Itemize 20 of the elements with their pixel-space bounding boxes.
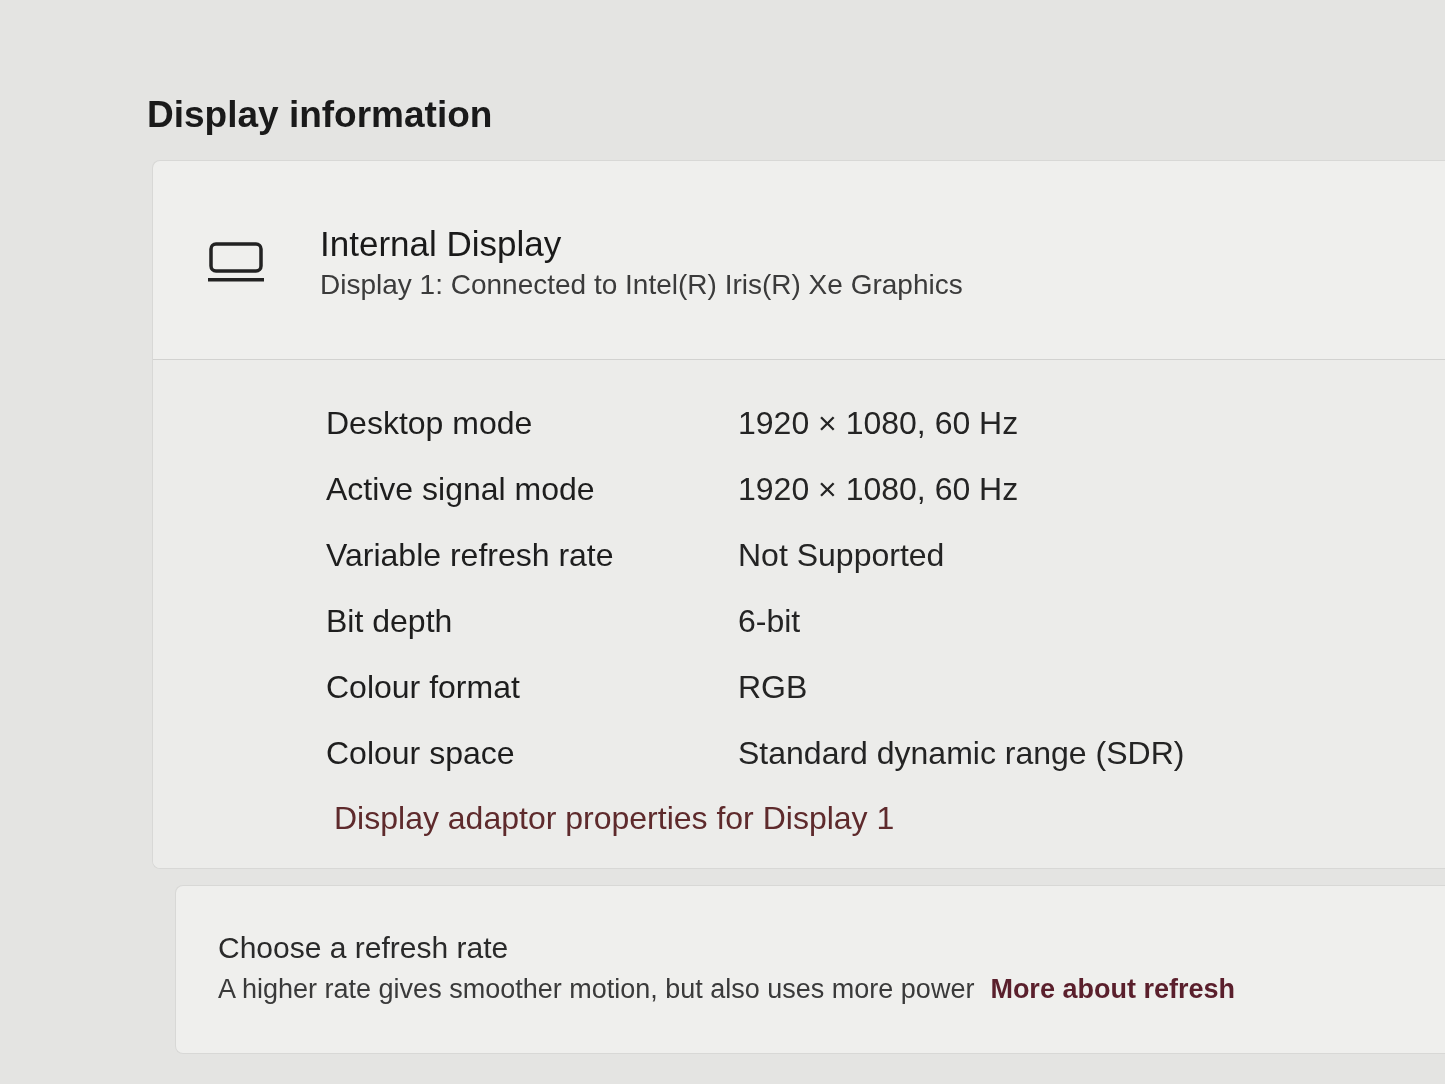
property-label: Bit depth (326, 602, 454, 642)
property-label: Active signal mode (326, 470, 596, 510)
display-name: Internal Display (320, 223, 563, 266)
property-value: 6-bit (738, 602, 801, 642)
display-connection: Display 1: Connected to Intel(R) Iris(R) Xe Graphics (320, 267, 963, 302)
property-value: 1920 × 1080, 60 Hz (738, 470, 1019, 510)
property-label: Variable refresh rate (326, 536, 615, 576)
more-about-refresh-link[interactable]: More about refresh (990, 968, 1235, 1010)
refresh-rate-description: A higher rate gives smoother motion, but also uses more power (218, 972, 975, 1006)
property-value: 1920 × 1080, 60 Hz (738, 404, 1019, 444)
laptop-icon (208, 242, 264, 283)
refresh-rate-title: Choose a refresh rate (218, 930, 510, 967)
property-value: RGB (738, 668, 808, 708)
property-label: Colour format (326, 668, 521, 708)
property-label: Desktop mode (326, 404, 534, 444)
property-value: Not Supported (738, 536, 945, 576)
property-value: Standard dynamic range (SDR) (738, 734, 1185, 774)
property-label: Colour space (326, 734, 516, 774)
section-heading: Display information (147, 93, 494, 137)
adapter-properties-link[interactable]: Display adaptor properties for Display 1 (326, 786, 895, 853)
